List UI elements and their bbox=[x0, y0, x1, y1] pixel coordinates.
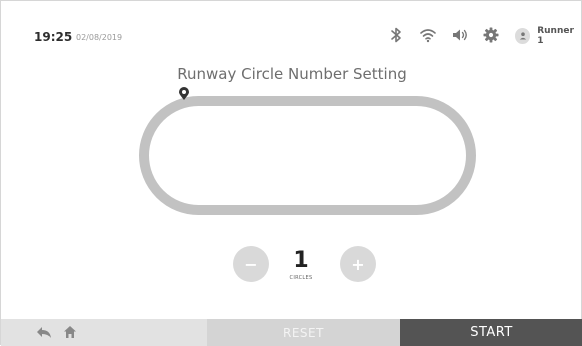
volume-icon[interactable] bbox=[451, 26, 469, 44]
circle-count: 1 bbox=[293, 248, 309, 273]
increment-button[interactable]: + bbox=[340, 246, 376, 282]
start-button[interactable]: START bbox=[400, 319, 582, 346]
bottom-bar: RESET START bbox=[1, 319, 582, 346]
runway-track bbox=[139, 96, 476, 215]
page-title: Runway Circle Number Setting bbox=[177, 65, 407, 83]
circle-count-unit: CIRCLES bbox=[289, 275, 313, 281]
clock-date: 02/08/2019 bbox=[76, 33, 123, 42]
user-icon bbox=[515, 28, 531, 44]
decrement-button[interactable]: − bbox=[233, 246, 269, 282]
home-icon[interactable] bbox=[63, 325, 77, 339]
user-name: Runner 1 bbox=[537, 26, 574, 46]
wifi-icon[interactable] bbox=[419, 26, 437, 44]
clock-time: 19:25 bbox=[34, 30, 73, 44]
gear-icon[interactable] bbox=[482, 26, 500, 44]
nav-section bbox=[1, 319, 207, 346]
back-arrow-icon[interactable] bbox=[36, 326, 52, 339]
bluetooth-icon[interactable] bbox=[387, 26, 405, 44]
user-profile-button[interactable]: Runner 1 bbox=[515, 26, 581, 46]
screen: 19:25 02/08/2019 Runner 1 Runway Circle … bbox=[0, 0, 582, 346]
reset-button[interactable]: RESET bbox=[207, 319, 400, 346]
location-pin-icon bbox=[178, 87, 190, 101]
